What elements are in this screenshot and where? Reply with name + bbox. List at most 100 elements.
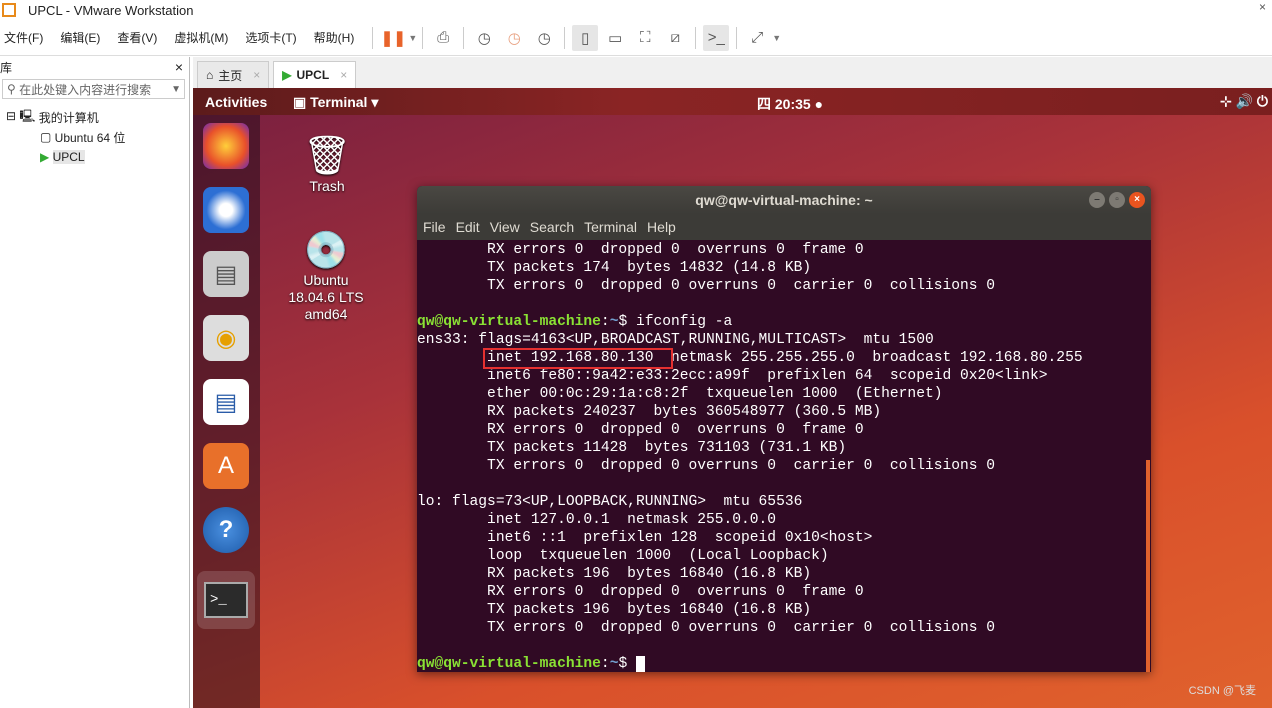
menubar: 文件(F) 编辑(E) 查看(V) 虚拟机(M) 选项卡(T) 帮助(H) ❚❚…: [0, 20, 1272, 56]
chevron-down-icon[interactable]: ▼: [408, 33, 417, 43]
menu-terminal[interactable]: Terminal: [584, 219, 637, 235]
menu-view[interactable]: View: [490, 219, 520, 235]
send-ctrl-alt-del-icon[interactable]: ⎙: [430, 25, 456, 51]
fullscreen-icon[interactable]: ⛶: [632, 25, 658, 51]
terminal-line: loop txqueuelen 1000 (Local Loopback): [417, 548, 829, 564]
terminal-line: TX errors 0 dropped 0 overruns 0 carrier…: [417, 278, 996, 294]
search-icon: ⚲: [7, 82, 20, 96]
unity-icon[interactable]: ⧄: [662, 25, 688, 51]
revert-snapshot-icon[interactable]: ◷: [501, 25, 527, 51]
window-title: UPCL - VMware Workstation: [28, 2, 194, 18]
clock[interactable]: 四 20:35 ●: [757, 94, 823, 114]
dvd-label: Ubuntu 18.04.6 LTS amd64: [288, 272, 364, 322]
terminal-line: qw@qw-virtual-machine:~$ ​: [417, 655, 1151, 672]
terminal-app-menu[interactable]: ▣ Terminal ▾: [293, 94, 378, 111]
terminal-line: ether 00:0c:29:1a:c8:2f txqueuelen 1000 …: [417, 386, 943, 402]
menu-search[interactable]: Search: [530, 219, 574, 235]
thunderbird-icon[interactable]: [203, 187, 249, 233]
terminal-line: TX packets 196 bytes 16840 (16.8 KB): [417, 602, 812, 618]
terminal-line: ​: [417, 637, 1151, 655]
terminal-line: TX errors 0 dropped 0 overruns 0 carrier…: [417, 458, 996, 474]
desktop-dvd[interactable]: 💿 Ubuntu 18.04.6 LTS amd64: [286, 228, 366, 323]
tree-my-computer[interactable]: ⊟ 🖳 我的计算机: [0, 107, 189, 127]
thumbnail-bar-icon[interactable]: ▭: [602, 25, 628, 51]
rhythmbox-icon[interactable]: ◉: [203, 315, 249, 361]
prompt-user: qw@qw-virtual-machine: [417, 656, 601, 672]
terminal-line: RX packets 196 bytes 16840 (16.8 KB): [417, 566, 812, 582]
window-titlebar: UPCL - VMware Workstation ×: [0, 0, 1272, 20]
close-tab-icon[interactable]: ×: [340, 68, 347, 82]
divider: [422, 26, 424, 49]
menu-vm[interactable]: 虚拟机(M): [174, 29, 228, 46]
home-icon: ⌂: [206, 68, 214, 82]
firefox-icon[interactable]: [203, 123, 249, 169]
tab-home[interactable]: ⌂ 主页 ×: [197, 61, 270, 88]
terminal-line: RX packets 240237 bytes 360548977 (360.5…: [417, 404, 882, 420]
ubuntu-top-bar: Activities ▣ Terminal ▾ 四 20:35 ● ⊹ 🔊 ⏻: [193, 88, 1272, 115]
chevron-down-icon[interactable]: ▼: [772, 33, 781, 43]
close-icon[interactable]: ×: [1129, 192, 1145, 208]
menu-help[interactable]: Help: [647, 219, 676, 235]
menu-file[interactable]: 文件(F): [4, 29, 43, 46]
menu-view[interactable]: 查看(V): [117, 29, 157, 46]
terminal-line: RX errors 0 dropped 0 overruns 0 frame 0: [417, 422, 864, 438]
terminal-scrollbar[interactable]: [1146, 460, 1150, 672]
system-tray-icons[interactable]: ⊹ 🔊 ⏻: [1220, 93, 1268, 110]
writer-icon[interactable]: ▤: [203, 379, 249, 425]
watermark: CSDN @飞麦: [1188, 685, 1256, 697]
close-tab-icon[interactable]: ×: [253, 68, 260, 82]
tree-label: UPCL: [52, 150, 85, 164]
terminal-line: inet 127.0.0.1 netmask 255.0.0.0: [417, 512, 777, 528]
tab-upcl[interactable]: ▶ UPCL ×: [273, 61, 357, 88]
tree-ubuntu[interactable]: ▢ Ubuntu 64 位: [0, 127, 189, 147]
tab-bar: ⌂ 主页 × ▶ UPCL ×: [193, 57, 1272, 88]
search-placeholder: 在此处键入内容进行搜索: [19, 82, 152, 97]
menu-tabs[interactable]: 选项卡(T): [245, 29, 296, 46]
help-icon[interactable]: ?: [203, 507, 249, 553]
library-search-input[interactable]: ⚲ 在此处键入内容进行搜索 ▼: [2, 79, 185, 99]
tree-upcl[interactable]: ▶ UPCL: [0, 147, 189, 167]
terminal-window[interactable]: qw@qw-virtual-machine: ~ – ▫ × File Edit…: [417, 186, 1151, 672]
menu-edit[interactable]: Edit: [456, 219, 480, 235]
terminal-menubar: File Edit View Search Terminal Help: [417, 214, 1151, 240]
activities-button[interactable]: Activities: [205, 94, 267, 110]
tree-label: Ubuntu 64 位: [54, 130, 126, 145]
terminal-line: inet6 ::1 prefixlen 128 scopeid 0x10<hos…: [417, 530, 873, 546]
files-icon[interactable]: ▤: [203, 251, 249, 297]
maximize-icon[interactable]: ▫: [1109, 192, 1125, 208]
snapshot-icon[interactable]: ◷: [471, 25, 497, 51]
chevron-down-icon[interactable]: ▼: [171, 84, 181, 95]
terminal-line: inet6 fe80::9a42:e33:2ecc:a99f prefixlen…: [417, 368, 1048, 384]
prompt-user: qw@qw-virtual-machine: [417, 314, 601, 330]
menu-file[interactable]: File: [423, 219, 446, 235]
desktop-trash[interactable]: 🗑 Trash: [287, 134, 367, 194]
console-icon[interactable]: >_: [703, 24, 730, 51]
close-library-icon[interactable]: ×: [175, 59, 183, 75]
trash-icon: 🗑: [302, 135, 352, 177]
minimize-icon[interactable]: –: [1089, 192, 1105, 208]
close-window-icon[interactable]: ×: [1259, 0, 1266, 14]
terminal-line: RX errors 0 dropped 0 overruns 0 frame 0: [417, 584, 864, 600]
terminal-line: qw@qw-virtual-machine:~$ ifconfig -a: [417, 314, 733, 330]
dock: ▤ ◉ ▤ A ? >_: [193, 115, 260, 708]
show-library-icon[interactable]: ▯: [572, 24, 599, 51]
terminal-output[interactable]: RX errors 0 dropped 0 overruns 0 frame 0…: [417, 240, 1151, 672]
terminal-line: ​: [417, 475, 1151, 493]
command: ifconfig -a: [635, 314, 733, 330]
menu-edit[interactable]: 编辑(E): [60, 29, 100, 46]
terminal-titlebar[interactable]: qw@qw-virtual-machine: ~ – ▫ ×: [417, 186, 1151, 214]
stretch-icon[interactable]: ⤢: [744, 25, 770, 51]
snapshot-manager-icon[interactable]: ◷: [531, 25, 557, 51]
vm-running-icon: ▶: [282, 68, 292, 82]
terminal-dock-icon[interactable]: >_: [197, 571, 255, 629]
library-title: 库: [0, 60, 13, 75]
dvd-icon: 💿: [303, 229, 349, 270]
software-icon[interactable]: A: [203, 443, 249, 489]
library-panel: 库 × ⚲ 在此处键入内容进行搜索 ▼ ⊟ 🖳 我的计算机 ▢ Ubuntu 64 …: [0, 57, 190, 708]
terminal-line: lo: flags=73<UP,LOOPBACK,RUNNING> mtu 65…: [417, 494, 803, 510]
terminal-line: TX packets 174 bytes 14832 (14.8 KB): [417, 260, 812, 276]
divider: [564, 26, 566, 49]
menu-help[interactable]: 帮助(H): [314, 29, 355, 46]
pause-icon[interactable]: ❚❚: [380, 25, 406, 51]
ip-highlight-box: [483, 348, 673, 369]
